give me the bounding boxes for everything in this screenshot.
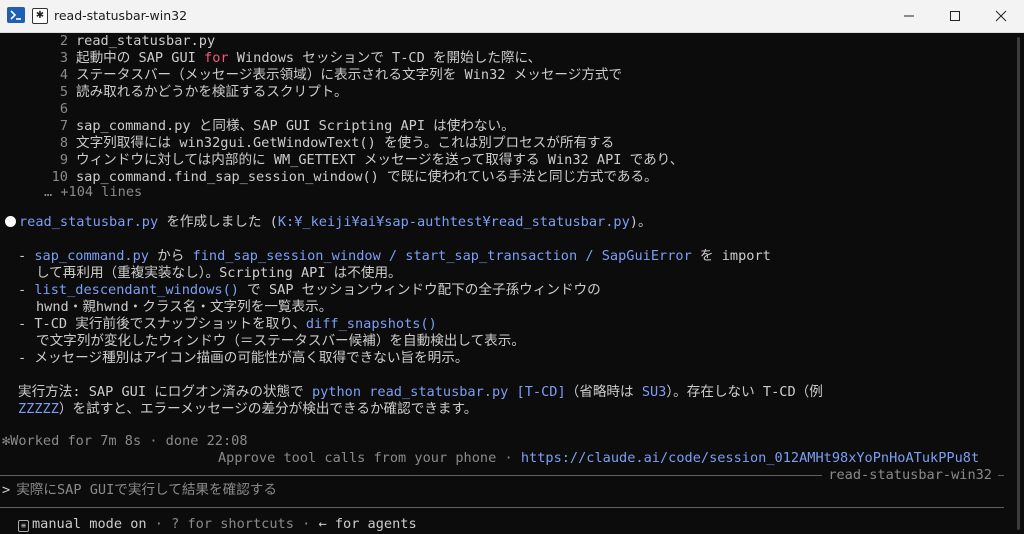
function-link[interactable]: find_sap_session_window / start_sap_tran… (193, 248, 692, 264)
scrollbar-thumb[interactable] (1017, 37, 1020, 530)
approve-text: Approve tool calls from your phone · (218, 450, 521, 466)
footer-hints: ≡ manual mode on · ? for shortcuts · ← fo… (18, 516, 417, 533)
bullet-dash: - (18, 248, 35, 264)
list-text: から (148, 248, 193, 264)
code-text: 起動中の SAP GUI (76, 50, 205, 66)
usage-line-continued: ZZZZZ）を試すと、エラーメッセージの差分が検出できるか確認できます。 (18, 401, 477, 418)
list-text: T-CD 実行前後でスナップショットを取り、 (34, 316, 306, 332)
function-link[interactable]: list_descendant_windows() (34, 282, 239, 298)
path-link[interactable]: K:¥_keiji¥ai¥sap-authtest¥read_statusbar… (278, 214, 630, 230)
code-text: read_statusbar.py (76, 33, 216, 49)
usage-line: 実行方法: SAP GUI にログオン済みの状態で python read_st… (18, 384, 823, 401)
scrollbar[interactable] (1004, 33, 1024, 534)
usage-text: 実行方法: SAP GUI にログオン済みの状態で (18, 384, 312, 400)
maximize-button[interactable] (932, 0, 978, 32)
line-number: 4 (59, 67, 68, 83)
terminal-output[interactable]: 2 read_statusbar.py 3 起動中の SAP GUI for Win… (0, 33, 1004, 534)
prompt-placeholder: 実際にSAP GUIで実行して結果を確認する (16, 482, 277, 498)
list-item: - list_descendant_windows() で SAP セッションウ… (18, 282, 601, 299)
tcode-link[interactable]: SU3 (642, 384, 667, 400)
code-line: 6 (0, 101, 76, 118)
title-bar: ✱ read-statusbar-win32 (0, 0, 1024, 33)
asterisk-icon: ✱ (32, 8, 48, 24)
command-link[interactable]: python read_statusbar.py [T-CD] (312, 384, 566, 400)
list-item: - sap_command.py から find_sap_session_win… (18, 248, 771, 265)
line-number: 7 (59, 118, 68, 134)
bullet-dash: - (18, 282, 35, 298)
terminal-icon[interactable] (7, 7, 25, 23)
code-text: ステータスバー（メッセージ表示領域）に表示される文字列を Win32 メッセージ… (76, 67, 623, 83)
session-label: read-statusbar-win32 (822, 467, 998, 484)
shortcuts-hint: · ? for shortcuts · (146, 516, 319, 532)
code-text: ウィンドウに対しては内部的に WM_GETTEXT メッセージを送って取得する … (76, 152, 684, 168)
code-line: 3 起動中の SAP GUI for Windows セッションで T-CD を開… (0, 50, 541, 67)
mode-icon: ≡ (18, 520, 29, 532)
result-text: を作成しました ( (158, 214, 278, 230)
line-number: 5 (59, 84, 68, 100)
prompt-chevron-icon: > (2, 482, 11, 498)
list-text: で SAP セッションウィンドウ配下の全子孫ウィンドウの (238, 282, 601, 298)
line-number: 3 (59, 50, 68, 66)
code-text: Windows セッションで T-CD を開始した際に、 (228, 50, 542, 66)
list-item: - メッセージ種別はアイコン描画の可能性が高く取得できない旨を明示。 (18, 350, 468, 367)
function-link[interactable]: diff_snapshots() (306, 316, 437, 332)
window-title: read-statusbar-win32 (54, 8, 188, 23)
agents-hint[interactable]: ← for agents (318, 516, 416, 532)
list-text: メッセージ種別はアイコン描画の可能性が高く取得できない旨を明示。 (34, 350, 469, 366)
list-text: を import (691, 248, 771, 264)
worked-status: ✻Worked for 7m 8s · done 22:08 (2, 433, 248, 449)
line-number: 6 (59, 101, 68, 117)
file-link[interactable]: read_statusbar.py (19, 214, 158, 230)
usage-text: ）。存在しない T-CD（例 (666, 384, 823, 400)
code-text: 読み取れるかどうかを検証するスクリプト。 (76, 84, 348, 100)
code-line: 7 sap_command.py と同様、SAP GUI Scripting AP… (0, 118, 515, 135)
code-text: sap_command.py と同様、SAP GUI Scripting API… (76, 118, 515, 134)
tcode-link[interactable]: ZZZZZ (18, 401, 59, 417)
result-text: )。 (629, 214, 652, 230)
maximize-icon (950, 11, 960, 21)
input-bottom-divider (0, 507, 1004, 508)
approve-line: Approve tool calls from your phone · htt… (218, 450, 979, 467)
more-lines[interactable]: … +104 lines (44, 184, 142, 201)
code-line: 9 ウィンドウに対しては内部的に WM_GETTEXT メッセージを送って取得する… (0, 152, 684, 169)
minimize-button[interactable] (886, 0, 932, 32)
list-item: - T-CD 実行前後でスナップショットを取り、diff_snapshots() (18, 316, 437, 333)
list-item-continued: して再利用（重複実装なし）。Scripting API は不使用。 (36, 265, 402, 281)
bullet-dash: - (18, 350, 35, 366)
code-line: 8 文字列取得には win32gui.GetWindowText() を使う。これ… (0, 135, 614, 152)
result-line: read_statusbar.py を作成しました (K:¥_keiji¥ai¥… (2, 214, 652, 231)
code-line: 2 read_statusbar.py (0, 33, 215, 50)
line-number: 2 (59, 33, 68, 49)
minimize-icon (904, 15, 914, 17)
prompt-input[interactable]: > 実際にSAP GUIで実行して結果を確認する (2, 482, 277, 499)
session-link[interactable]: https://claude.ai/code/session_012AMHt98… (521, 450, 979, 466)
keyword: for (204, 50, 229, 66)
mode-indicator[interactable]: manual mode on (32, 516, 147, 532)
code-line: 5 読み取れるかどうかを検証するスクリプト。 (0, 84, 348, 101)
status-dot-icon (5, 216, 16, 227)
line-number: 8 (59, 135, 68, 151)
close-button[interactable] (978, 0, 1024, 32)
module-link[interactable]: sap_command.py (34, 248, 149, 264)
usage-text: （省略時は (565, 384, 642, 400)
bullet-dash: - (18, 316, 35, 332)
code-text: sap_command.find_sap_session_window() で既… (76, 169, 658, 185)
line-number: 9 (59, 152, 68, 168)
usage-text: ）を試すと、エラーメッセージの差分が検出できるか確認できます。 (58, 401, 478, 417)
close-icon (995, 10, 1007, 22)
list-item-continued: で文字列が変化したウィンドウ（＝ステータスバー候補）を自動検出して表示。 (36, 333, 525, 349)
code-text: 文字列取得には win32gui.GetWindowText() を使う。これは… (76, 135, 615, 151)
list-item-continued: hwnd・親hwnd・クラス名・文字列を一覧表示。 (36, 299, 333, 315)
code-line: 4 ステータスバー（メッセージ表示領域）に表示される文字列を Win32 メッセー… (0, 67, 622, 84)
